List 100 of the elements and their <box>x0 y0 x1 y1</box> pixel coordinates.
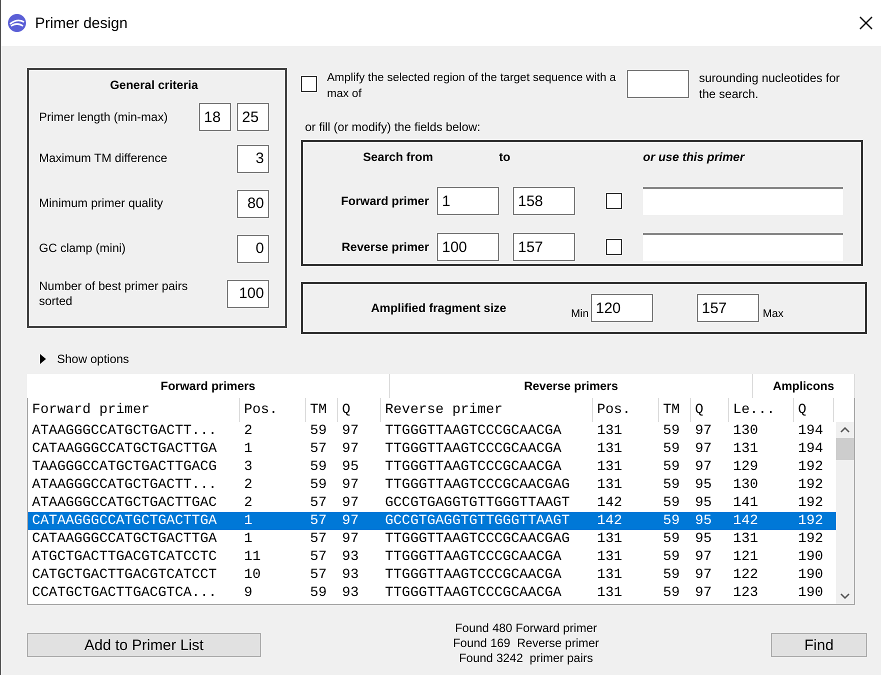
expander-toggle[interactable]: Show options <box>39 352 869 366</box>
table-row[interactable]: ATAAGGGCCATGCTGACTTGAC 2 57 97 GCCGTGAGGTGTTGGGTTAAGT 142 59 95 141 192 <box>28 494 836 512</box>
input-field[interactable]: 25 <box>237 103 269 131</box>
table-row[interactable]: CATAAGGGCCATGCTGACTTGA 1 57 97 TTGGGTTAAGTCCCGCAACGA 131 59 97 131 194 <box>28 440 836 458</box>
table-cell-text: 131 <box>596 441 624 457</box>
table-cell-text: TTGGGTTAAGTCCCGCAACGA <box>384 549 562 565</box>
scrollbar-thumb[interactable] <box>836 438 854 460</box>
input-field[interactable]: 120 <box>590 294 653 322</box>
table-row[interactable]: CCATGCTGACTTGACGTCA... 9 59 93 TTGGGTTAAGTCCCGCAACGA 131 59 97 123 190 <box>28 584 836 602</box>
checkbox[interactable] <box>606 193 622 209</box>
table-row[interactable]: CATAAGGGCCATGCTGACTTGA 1 57 97 TTGGGTTAAGTCCCGCAACGAG 131 59 95 131 192 <box>28 530 836 548</box>
column-header[interactable]: TM <box>659 398 691 422</box>
table-cell-text: 192 <box>797 477 824 493</box>
status-text: Found 3242 primer pairs <box>458 651 594 666</box>
table-cell-text: 123 <box>732 585 760 601</box>
table-cell-text: 194 <box>797 441 824 457</box>
option-label: Amplify the selected region of the target sequence with a max of <box>327 71 617 102</box>
input-field[interactable]: 1 <box>437 187 499 215</box>
table-cell-text: 97 <box>341 495 360 511</box>
table-cell-text: TTGGGTTAAGTCCCGCAACGA <box>384 585 562 601</box>
table-cell-text: CATAAGGGCCATGCTGACTTGA <box>31 531 218 547</box>
table-cell-text: 93 <box>341 549 360 565</box>
column-header[interactable]: Q <box>338 398 381 422</box>
table-cell-text: 57 <box>309 513 328 529</box>
table-row[interactable]: ATAAGGGCCATGCTGACTT... 2 59 97 TTGGGTTAAGTCCCGCAACGA 131 59 97 130 194 <box>28 422 836 440</box>
table-cell-text: 131 <box>732 531 760 547</box>
table-row[interactable]: CATGCTGACTTGACGTCATCCT 10 57 93 TTGGGTTAAGTCCCGCAACGA 131 59 97 122 190 <box>28 566 836 584</box>
table-row[interactable]: CATAAGGGCCATGCTGACTTGA 1 57 97 GCCGTGAGGTGTTGGGTTAAGT 142 59 95 142 192 <box>28 512 836 530</box>
close-icon[interactable] <box>859 16 873 30</box>
column-header[interactable]: Q <box>794 398 834 422</box>
input-field[interactable]: 158 <box>513 187 575 215</box>
input-field[interactable]: 100 <box>227 280 269 308</box>
table-cell-text: 59 <box>662 567 681 583</box>
table-cell-text: 141 <box>732 495 760 511</box>
input-field[interactable]: 157 <box>696 294 759 322</box>
table-cell-text: 59 <box>662 441 681 457</box>
table-cell-text: 97 <box>341 441 360 457</box>
table-cell-text: 11 <box>243 549 262 565</box>
table-cell-text: 57 <box>309 549 328 565</box>
input-field[interactable]: 3 <box>237 144 269 172</box>
input-field[interactable]: 100 <box>437 233 499 261</box>
table-cell-text: 130 <box>732 423 760 439</box>
table-cell-text: 59 <box>309 459 328 475</box>
table-row[interactable]: ATAAGGGCCATGCTGACTT... 2 59 97 TTGGGTTAAGTCCCGCAACGAG 131 59 95 130 192 <box>28 476 836 494</box>
checkbox[interactable] <box>301 76 317 92</box>
input-field[interactable]: 18 <box>199 103 231 131</box>
find-button[interactable]: Find <box>770 633 867 657</box>
column-header[interactable]: Reverse primer <box>381 398 593 422</box>
input-field[interactable]: 157 <box>513 233 575 261</box>
table-cell-text: 59 <box>662 513 681 529</box>
table-cell-text: 59 <box>309 423 328 439</box>
caret-right-icon <box>39 354 47 364</box>
table-cell-text: ATAAGGGCCATGCTGACTTGAC <box>31 495 218 511</box>
table-cell-text: 130 <box>732 477 760 493</box>
hint-text: or fill (or modify) the fields below: <box>305 120 482 134</box>
table-row[interactable]: TAAGGGCCATGCTGACTTGACG 3 59 95 TTGGGTTAAGTCCCGCAACGA 131 59 97 129 192 <box>28 458 836 476</box>
column-label: or use this primer <box>643 150 746 166</box>
table-row[interactable]: ATGCTGACTTGACGTCATCCTC 11 57 93 TTGGGTTAAGTCCCGCAACGA 131 59 97 121 190 <box>28 548 836 566</box>
field-label: Primer length (min-max) <box>39 110 168 124</box>
add-button[interactable]: Add to Primer List <box>27 633 261 657</box>
table-cell-text: TTGGGTTAAGTCCCGCAACGAG <box>384 477 571 493</box>
table-cell-text: 2 <box>243 495 254 511</box>
table-cell-text: 190 <box>797 549 824 565</box>
row-label: Forward primer <box>340 194 430 208</box>
table-cell-text: 59 <box>662 477 681 493</box>
table-cell-text: 59 <box>662 585 681 601</box>
table-cell-text: 97 <box>694 549 713 565</box>
input-field[interactable] <box>643 233 843 261</box>
input-field[interactable] <box>643 187 843 215</box>
checkbox[interactable] <box>606 239 622 255</box>
input-field[interactable]: 80 <box>237 190 269 218</box>
column-header[interactable]: Q <box>691 398 729 422</box>
table-cell-text: CATGCTGACTTGACGTCATCCT <box>31 567 218 583</box>
scrollbar[interactable] <box>836 422 854 604</box>
field-label: Min <box>571 308 589 320</box>
table-cell-text: 10 <box>243 567 262 583</box>
table-cell-text: 97 <box>694 567 713 583</box>
table-cell-text: 59 <box>309 585 328 601</box>
table-cell-text: 95 <box>694 495 713 511</box>
table-cell-text: 1 <box>243 513 254 529</box>
table-cell-text: 190 <box>797 567 824 583</box>
table-cell-text: CCATGCTGACTTGACGTCA... <box>31 585 218 601</box>
status-text: Found 169 Reverse primer <box>452 636 600 651</box>
input-field[interactable] <box>627 70 689 98</box>
column-header[interactable]: Pos. <box>240 398 306 422</box>
table-cell-text: 192 <box>797 513 824 529</box>
table-cell-text: TTGGGTTAAGTCCCGCAACGA <box>384 567 562 583</box>
status-text: Found 480 Forward primer <box>454 621 598 636</box>
table-cell-text: 142 <box>732 513 760 529</box>
table-cell-text: TTGGGTTAAGTCCCGCAACGA <box>384 459 562 475</box>
field-label: Amplified fragment size <box>371 301 508 315</box>
table-cell-text: 190 <box>797 585 824 601</box>
table-cell-text: 192 <box>797 459 824 475</box>
table-cell-text: 131 <box>596 549 624 565</box>
input-field[interactable]: 0 <box>237 234 269 262</box>
column-header[interactable]: TM <box>306 398 338 422</box>
column-header[interactable]: Forward primer <box>28 398 240 422</box>
column-header[interactable]: Pos. <box>593 398 659 422</box>
column-header[interactable]: Le... <box>729 398 794 422</box>
table-cell-text: 57 <box>309 531 328 547</box>
